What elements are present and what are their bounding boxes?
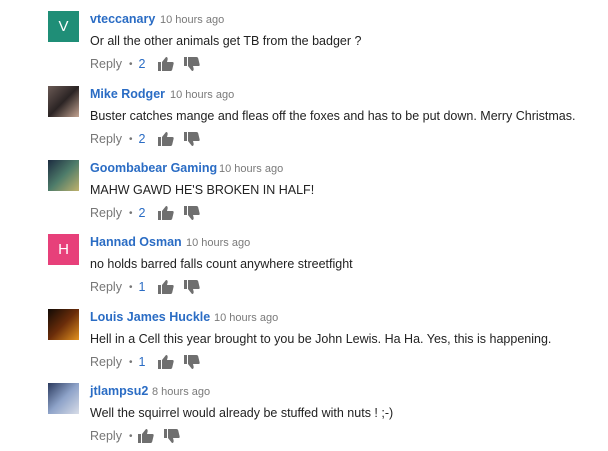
avatar[interactable]: [48, 160, 79, 191]
comment-author[interactable]: vteccanary: [90, 12, 155, 27]
comment-timestamp[interactable]: 10 hours ago: [214, 311, 278, 326]
avatar-letter: H: [48, 234, 79, 265]
thumbs-up-icon[interactable]: [158, 132, 175, 146]
avatar-image: [48, 86, 79, 117]
comment-timestamp[interactable]: 10 hours ago: [170, 88, 234, 103]
comment-text: no holds barred falls count anywhere str…: [90, 257, 353, 271]
comment-text: Hell in a Cell this year brought to you …: [90, 332, 552, 346]
comment-author[interactable]: Mike Rodger: [90, 87, 165, 102]
avatar-letter: V: [48, 11, 79, 42]
avatar-image: [48, 160, 79, 191]
like-count: 2: [138, 132, 146, 146]
thumbs-down-icon[interactable]: [184, 206, 201, 220]
thumbs-down-icon[interactable]: [164, 429, 181, 443]
separator-dot: •: [128, 430, 133, 442]
thumbs-down-icon[interactable]: [184, 280, 201, 294]
reply-button[interactable]: Reply: [90, 355, 122, 369]
avatar-image: [48, 383, 79, 414]
comment-author[interactable]: Hannad Osman: [90, 235, 182, 250]
comment-actions: Reply • 2: [90, 131, 210, 147]
thumbs-down-icon[interactable]: [184, 132, 201, 146]
thumbs-up-icon[interactable]: [138, 429, 155, 443]
comment-actions: Reply •: [90, 428, 190, 444]
like-count: 2: [138, 57, 146, 71]
comment-author[interactable]: Goombabear Gaming: [90, 161, 217, 176]
avatar[interactable]: [48, 86, 79, 117]
separator-dot: •: [128, 58, 133, 70]
like-count: 1: [138, 355, 146, 369]
avatar[interactable]: [48, 309, 79, 340]
comment-actions: Reply • 2: [90, 56, 210, 72]
comment-author[interactable]: Louis James Huckle: [90, 310, 210, 325]
avatar[interactable]: V: [48, 11, 79, 42]
comment-item: jtlampsu2 8 hours ago Well the squirrel …: [0, 372, 608, 446]
comment-item: Louis James Huckle 10 hours ago Hell in …: [0, 298, 608, 372]
comment-actions: Reply • 2: [90, 205, 210, 221]
comment-item: Mike Rodger 10 hours ago Buster catches …: [0, 75, 608, 149]
reply-button[interactable]: Reply: [90, 57, 122, 71]
thumbs-up-icon[interactable]: [158, 280, 175, 294]
reply-button[interactable]: Reply: [90, 280, 122, 294]
avatar-image: [48, 309, 79, 340]
comment-text: Well the squirrel would already be stuff…: [90, 406, 394, 420]
comment-text: Or all the other animals get TB from the…: [90, 34, 362, 48]
reply-button[interactable]: Reply: [90, 429, 122, 443]
comment-timestamp[interactable]: 8 hours ago: [152, 385, 210, 400]
thumbs-up-icon[interactable]: [158, 355, 175, 369]
thumbs-up-icon[interactable]: [158, 57, 175, 71]
avatar[interactable]: H: [48, 234, 79, 265]
comment-text: MAHW GAWD HE'S BROKEN IN HALF!: [90, 183, 315, 197]
comment-timestamp[interactable]: 10 hours ago: [186, 236, 250, 251]
comment-actions: Reply • 1: [90, 279, 210, 295]
comment-timestamp[interactable]: 10 hours ago: [160, 13, 224, 28]
comment-item: Goombabear Gaming 10 hours ago MAHW GAWD…: [0, 149, 608, 223]
avatar[interactable]: [48, 383, 79, 414]
separator-dot: •: [128, 356, 133, 368]
comment-text: Buster catches mange and fleas off the f…: [90, 109, 576, 123]
like-count: 2: [138, 206, 146, 220]
separator-dot: •: [128, 281, 133, 293]
reply-button[interactable]: Reply: [90, 132, 122, 146]
comment-author[interactable]: jtlampsu2: [90, 384, 148, 399]
comment-item: V vteccanary 10 hours ago Or all the oth…: [0, 0, 608, 74]
reply-button[interactable]: Reply: [90, 206, 122, 220]
thumbs-down-icon[interactable]: [184, 57, 201, 71]
comment-item: H Hannad Osman 10 hours ago no holds bar…: [0, 223, 608, 297]
thumbs-up-icon[interactable]: [158, 206, 175, 220]
thumbs-down-icon[interactable]: [184, 355, 201, 369]
comment-timestamp[interactable]: 10 hours ago: [219, 162, 283, 177]
comment-actions: Reply • 1: [90, 354, 210, 370]
separator-dot: •: [128, 133, 133, 145]
like-count: 1: [138, 280, 146, 294]
separator-dot: •: [128, 207, 133, 219]
